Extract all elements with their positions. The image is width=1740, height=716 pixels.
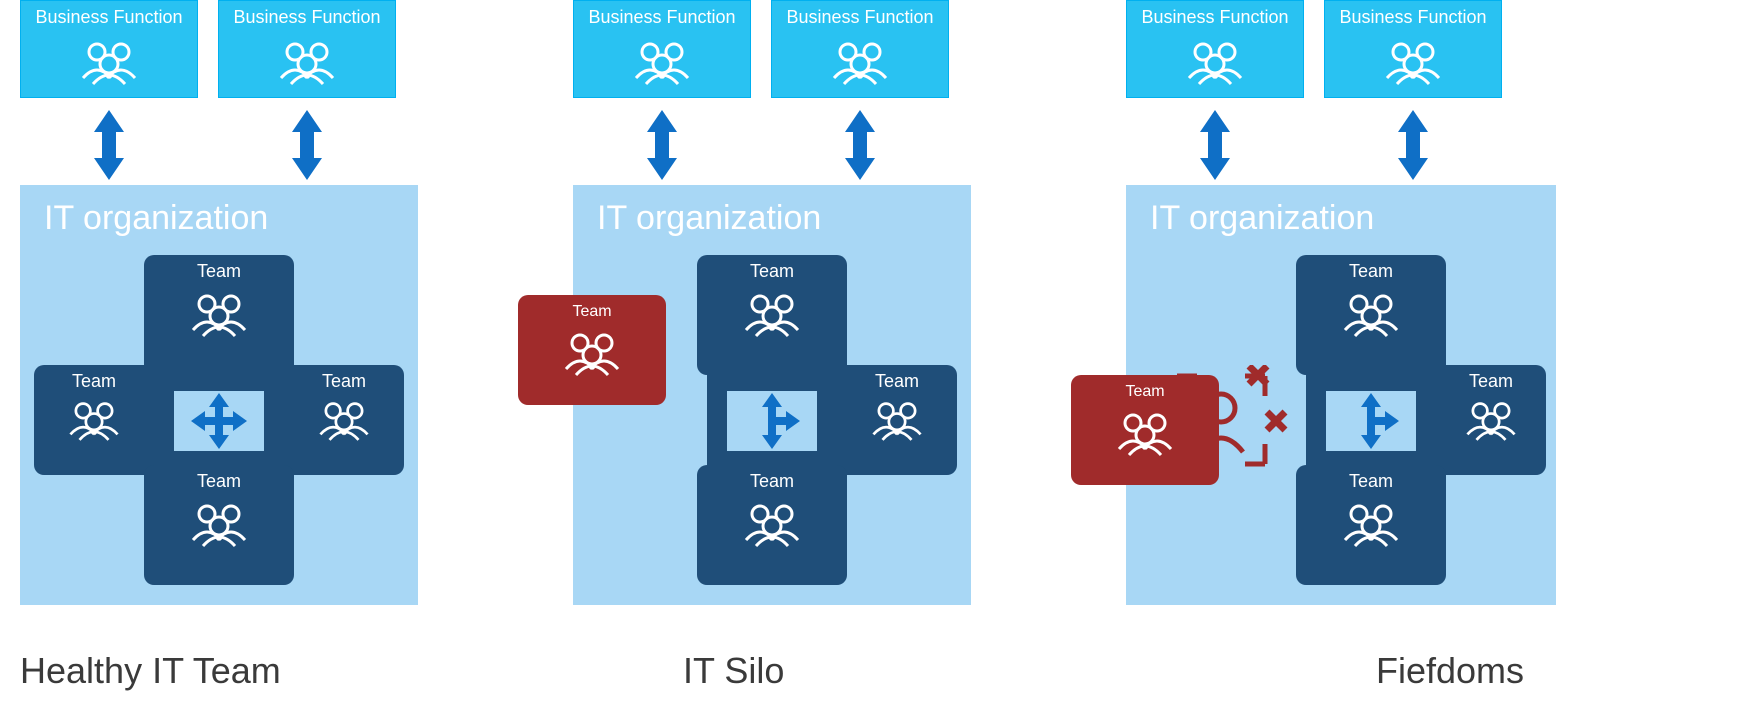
people-icon (1339, 496, 1403, 550)
arrow-row (573, 105, 1073, 185)
business-function-box: Business Function (771, 0, 949, 98)
team-label: Team (1071, 375, 1219, 401)
people-icon (187, 286, 251, 340)
team-label: Team (518, 295, 666, 321)
double-arrow-icon (94, 110, 124, 180)
people-icon (187, 496, 251, 550)
three-way-arrow-icon (742, 391, 802, 451)
people-icon (77, 34, 141, 88)
center-arrow-chip (174, 391, 264, 451)
team-cluster: Team Team Team Team (34, 255, 404, 585)
business-function-box: Business Function (1324, 0, 1502, 98)
team-label: Team (34, 365, 154, 392)
panel-caption: Fiefdoms (1376, 650, 1524, 692)
center-arrow-chip (727, 391, 817, 451)
people-icon (740, 496, 804, 550)
silo-team-box: Team (518, 295, 666, 405)
business-function-box: Business Function (573, 0, 751, 98)
team-box-right: Team (837, 365, 957, 475)
people-icon (560, 325, 624, 379)
people-icon (868, 394, 926, 444)
business-function-box: Business Function (1126, 0, 1304, 98)
it-organization-title: IT organization (573, 185, 971, 238)
business-function-box: Business Function (20, 0, 198, 98)
people-icon (1113, 405, 1177, 459)
business-function-label: Business Function (219, 7, 395, 28)
people-icon (315, 394, 373, 444)
team-label: Team (1296, 465, 1446, 492)
team-box-left: Team (34, 365, 154, 475)
it-organization-title: IT organization (20, 185, 418, 238)
it-organization-box: IT organization Team Team Team Team (20, 185, 418, 605)
team-box-bottom: Team (144, 465, 294, 585)
double-arrow-icon (845, 110, 875, 180)
people-icon (630, 34, 694, 88)
team-label: Team (284, 365, 404, 392)
team-box-right: Team (1436, 365, 1546, 475)
business-function-label: Business Function (772, 7, 948, 28)
team-box-bottom: Team (697, 465, 847, 585)
panel-caption: IT Silo (683, 650, 784, 692)
business-function-row: Business Function Business Function (20, 0, 520, 105)
panel-healthy: Business Function Business Function IT o… (20, 0, 520, 185)
arrow-row (20, 105, 520, 185)
team-box-top: Team (144, 255, 294, 375)
people-icon (1183, 34, 1247, 88)
it-organization-title: IT organization (1126, 185, 1556, 238)
people-icon (740, 286, 804, 340)
team-label: Team (1436, 365, 1546, 392)
business-function-label: Business Function (574, 7, 750, 28)
business-function-label: Business Function (1325, 7, 1501, 28)
business-function-label: Business Function (21, 7, 197, 28)
double-arrow-icon (1398, 110, 1428, 180)
panel-caption: Healthy IT Team (20, 650, 281, 692)
team-box-top: Team (1296, 255, 1446, 375)
people-icon (1339, 286, 1403, 340)
center-arrow-chip (1326, 391, 1416, 451)
team-box-top: Team (697, 255, 847, 375)
team-label: Team (144, 465, 294, 492)
team-label: Team (1296, 255, 1446, 282)
business-function-row: Business Function Business Function (1126, 0, 1626, 105)
silo-team-box: Team (1071, 375, 1219, 485)
double-arrow-icon (292, 110, 322, 180)
people-icon (65, 394, 123, 444)
four-way-arrow-icon (189, 391, 249, 451)
business-function-box: Business Function (218, 0, 396, 98)
panel-silo: Business Function Business Function IT o… (573, 0, 1073, 185)
team-label: Team (144, 255, 294, 282)
team-box-right: Team (284, 365, 404, 475)
three-way-arrow-icon (1341, 391, 1401, 451)
team-label: Team (837, 365, 957, 392)
business-function-label: Business Function (1127, 7, 1303, 28)
panel-fiefdoms: Business Function Business Function IT o… (1126, 0, 1626, 185)
people-icon (1381, 34, 1445, 88)
team-box-bottom: Team (1296, 465, 1446, 585)
arrow-row (1126, 105, 1626, 185)
people-icon (1462, 394, 1520, 444)
business-function-row: Business Function Business Function (573, 0, 1073, 105)
people-icon (828, 34, 892, 88)
team-label: Team (697, 465, 847, 492)
double-arrow-icon (1200, 110, 1230, 180)
team-label: Team (697, 255, 847, 282)
people-icon (275, 34, 339, 88)
double-arrow-icon (647, 110, 677, 180)
